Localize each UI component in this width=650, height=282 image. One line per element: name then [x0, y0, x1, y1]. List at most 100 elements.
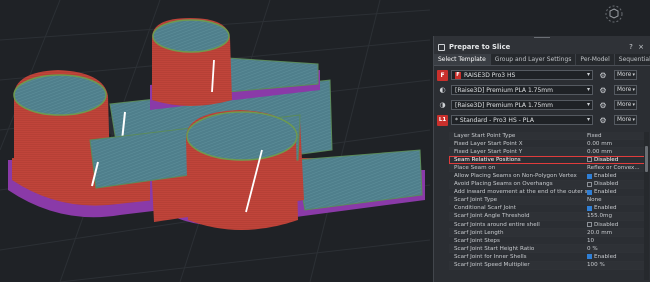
setting-value[interactable]: None: [587, 197, 647, 203]
settings-scrollbar[interactable]: [644, 132, 649, 280]
setting-label: Scarf Joint for Inner Shells: [454, 253, 527, 260]
setting-value[interactable]: Enabled: [587, 189, 647, 195]
preset-row-left-filament: ◐ [Raise3D] Premium PLA 1.75mm ▾ ⚙ More ▾: [437, 83, 647, 97]
checkbox[interactable]: [587, 157, 592, 163]
scrollbar-thumb[interactable]: [645, 146, 648, 172]
setting-label: Scarf Joint Length: [454, 229, 504, 236]
setting-value-text: Disabled: [594, 181, 619, 188]
tab-per-model[interactable]: Per-Model: [576, 54, 615, 65]
setting-row[interactable]: Scarf Joint Speed Multiplier 100 %: [449, 261, 647, 270]
setting-value-text: 0.00 mm: [587, 140, 613, 147]
setting-value-text: 20.0 mm: [587, 229, 613, 236]
setting-label: Scarf Joint Speed Multiplier: [454, 262, 530, 269]
setting-value[interactable]: 20.0 mm: [587, 230, 647, 236]
setting-row[interactable]: Scarf Joint Steps 10: [449, 237, 647, 246]
setting-value[interactable]: Disabled: [587, 157, 647, 163]
checkbox[interactable]: [587, 173, 592, 179]
gear-icon[interactable]: ⚙: [598, 86, 608, 95]
setting-row[interactable]: Scarf Joint Start Height Ratio 0 %: [449, 245, 647, 254]
chevron-down-icon: ▾: [586, 101, 590, 108]
panel-tabs: Select Template Group and Layer Settings…: [434, 54, 650, 66]
setting-value[interactable]: Enabled: [587, 254, 647, 260]
more-dropdown-right[interactable]: More ▾: [614, 100, 637, 110]
setting-label: Scarf Joint Steps: [454, 237, 500, 244]
more-label: More: [617, 72, 632, 78]
checkbox[interactable]: [587, 254, 592, 260]
setting-value[interactable]: Enabled: [587, 205, 647, 211]
close-button[interactable]: ×: [636, 43, 646, 51]
setting-row[interactable]: Place Seam on Reflex or Convex...: [449, 164, 647, 173]
tab-group-layer-settings[interactable]: Group and Layer Settings: [491, 54, 577, 65]
setting-label: Scarf Joints around entire shell: [454, 221, 540, 228]
setting-value-text: 0.00 mm: [587, 148, 613, 155]
tab-sequential-printing[interactable]: Sequential Printing: [615, 54, 650, 65]
setting-value-text: Reflex or Convex...: [587, 164, 640, 171]
more-dropdown-printer[interactable]: More ▾: [614, 70, 637, 80]
checkbox[interactable]: [587, 222, 592, 228]
setting-row[interactable]: Scarf Joint for Inner Shells Enabled: [449, 253, 647, 262]
setting-row[interactable]: Scarf Joint Type None: [449, 196, 647, 205]
setting-row[interactable]: Add inward movement at the end of the ou…: [449, 189, 647, 197]
setting-value-text: 0 %: [587, 245, 598, 252]
help-button[interactable]: ?: [626, 43, 636, 51]
setting-label: Scarf Joint Start Height Ratio: [454, 245, 535, 252]
left-filament-select[interactable]: [Raise3D] Premium PLA 1.75mm ▾: [451, 85, 593, 95]
panel-drag-handle[interactable]: [434, 36, 650, 40]
setting-row[interactable]: Conditional Scarf Joint Enabled: [449, 205, 647, 213]
setting-value[interactable]: 0.00 mm: [587, 141, 647, 147]
cube-icon[interactable]: [604, 4, 624, 24]
setting-value[interactable]: 0 %: [587, 246, 647, 252]
setting-label: Conditional Scarf Joint: [454, 205, 516, 212]
tab-select-template[interactable]: Select Template: [434, 54, 491, 65]
setting-row[interactable]: Layer Start Point Type Fixed: [449, 132, 647, 141]
gear-icon[interactable]: ⚙: [598, 116, 608, 125]
setting-row[interactable]: Seam Relative Positions Disabled: [449, 156, 647, 165]
gear-icon[interactable]: ⚙: [598, 101, 608, 110]
setting-value[interactable]: 0.00 mm: [587, 149, 647, 155]
setting-value[interactable]: Fixed: [587, 133, 647, 139]
setting-value-text: Disabled: [594, 221, 619, 228]
printer-select[interactable]: F RAISE3D Pro3 HS ▾: [451, 70, 593, 80]
setting-label: Avoid Placing Seams on Overhangs: [454, 181, 553, 188]
setting-label: Layer Start Point Type: [454, 132, 516, 139]
chevron-down-icon: ▾: [586, 86, 590, 93]
preset-row-profile: L1 * Standard - Pro3 HS - PLA ▾ ⚙ More ▾: [437, 113, 647, 127]
setting-row[interactable]: Scarf Joints around entire shell Disabled: [449, 221, 647, 230]
setting-label: Seam Relative Positions: [454, 156, 521, 163]
setting-row[interactable]: Scarf Joint Angle Threshold 155.0mg: [449, 212, 647, 222]
setting-value[interactable]: Disabled: [587, 181, 647, 187]
setting-label: Scarf Joint Angle Threshold: [454, 213, 530, 220]
panel-titlebar[interactable]: Prepare to Slice ? ×: [434, 40, 650, 54]
extruder-left-icon: ◐: [439, 86, 446, 94]
setting-value[interactable]: Enabled: [587, 173, 647, 179]
setting-value-text: 10: [587, 237, 595, 244]
setting-label: Fixed Layer Start Point X: [454, 140, 523, 147]
setting-row[interactable]: Fixed Layer Start Point X 0.00 mm: [449, 140, 647, 149]
more-label: More: [617, 87, 632, 93]
setting-value[interactable]: 10: [587, 238, 647, 244]
chevron-down-icon: ▾: [632, 117, 635, 123]
setting-row[interactable]: Fixed Layer Start Point Y 0.00 mm: [449, 148, 647, 157]
setting-label: Scarf Joint Type: [454, 197, 498, 204]
checkbox[interactable]: [587, 205, 592, 211]
setting-value[interactable]: Disabled: [587, 222, 647, 228]
preset-row-printer: F F RAISE3D Pro3 HS ▾ ⚙ More ▾: [437, 68, 647, 82]
right-filament-select[interactable]: [Raise3D] Premium PLA 1.75mm ▾: [451, 100, 593, 110]
raise3d-flag-icon: F: [455, 71, 461, 79]
more-dropdown-profile[interactable]: More ▾: [614, 115, 637, 125]
chevron-down-icon: ▾: [632, 102, 635, 108]
setting-value-text: Enabled: [594, 253, 617, 260]
checkbox[interactable]: [587, 181, 592, 187]
setting-value[interactable]: 100 %: [587, 262, 647, 268]
gear-icon[interactable]: ⚙: [598, 71, 608, 80]
setting-value[interactable]: Reflex or Convex...: [587, 165, 647, 171]
chevron-down-icon: ▾: [632, 72, 635, 78]
setting-row[interactable]: Allow Placing Seams on Non-Polygon Verte…: [449, 172, 647, 181]
setting-row[interactable]: Scarf Joint Length 20.0 mm: [449, 229, 647, 238]
more-dropdown-left[interactable]: More ▾: [614, 85, 637, 95]
setting-value[interactable]: 155.0mg: [587, 213, 647, 219]
checkbox[interactable]: [587, 189, 592, 195]
profile-select[interactable]: * Standard - Pro3 HS - PLA ▾: [451, 115, 593, 125]
setting-row[interactable]: Avoid Placing Seams on Overhangs Disabled: [449, 180, 647, 189]
extruder-right-icon: ◑: [439, 101, 446, 109]
